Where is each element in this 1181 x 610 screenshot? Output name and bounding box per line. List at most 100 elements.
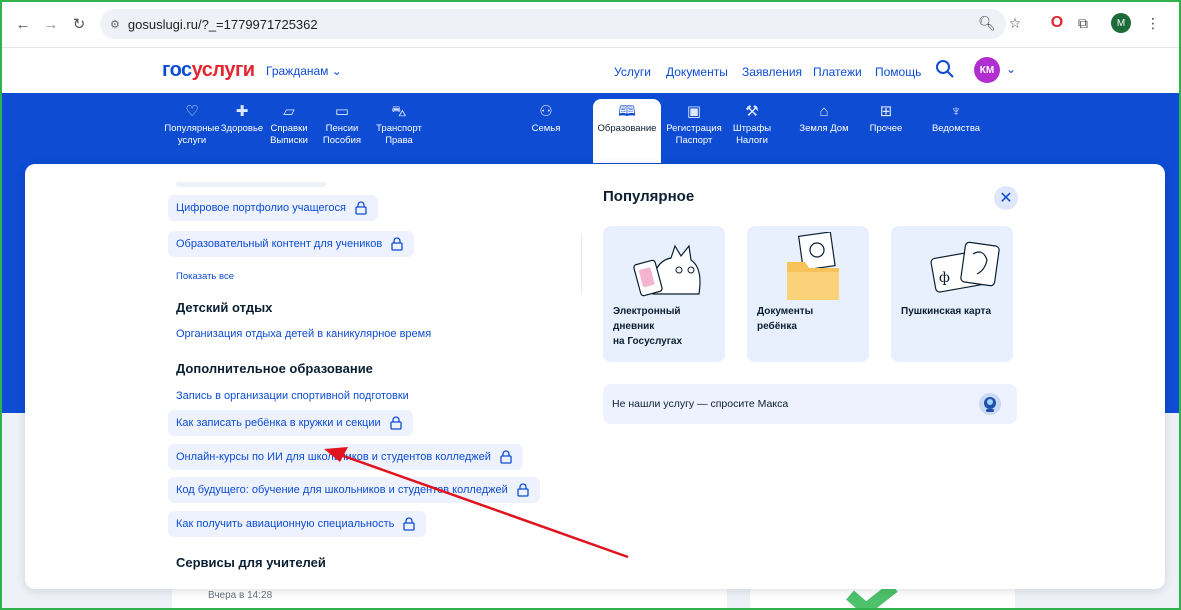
avatar[interactable]: КМ bbox=[974, 57, 1000, 83]
link-sports-training[interactable]: Запись в организации спортивной подготов… bbox=[176, 390, 409, 402]
category-land-house[interactable]: ⌂ Земля Дом bbox=[792, 101, 856, 135]
house-icon: ⌂ bbox=[819, 103, 829, 120]
caption-line: Электронный bbox=[613, 306, 681, 317]
section-title-teacher-services: Сервисы для учителей bbox=[176, 555, 326, 570]
nav-services[interactable]: Услуги bbox=[614, 65, 651, 79]
zoom-icon[interactable]: 🔍︎ bbox=[974, 10, 1000, 36]
link-children-holiday-rest[interactable]: Организация отдыха детей в каникулярное … bbox=[176, 328, 431, 340]
scroll-fade bbox=[176, 182, 326, 187]
emblem-icon: ♆ bbox=[950, 103, 962, 120]
link-ai-online-courses[interactable]: Онлайн-курсы по ИИ для школьников и студ… bbox=[168, 444, 523, 470]
chip-label: Как получить авиационную специальность bbox=[176, 518, 395, 530]
profile-initial: M bbox=[1111, 13, 1131, 33]
gosuslugi-logo[interactable]: госуслуги bbox=[162, 59, 255, 82]
popular-card-electronic-diary[interactable]: Электронный дневник на Госуслугах bbox=[603, 226, 725, 362]
ask-max-label: Не нашли услугу — спросите Макса bbox=[612, 398, 789, 410]
popular-card-caption: Документы ребёнка bbox=[757, 304, 867, 334]
site-header: госуслуги Гражданам ⌄ Услуги Документы З… bbox=[2, 48, 1179, 93]
category-label: Пособия bbox=[322, 135, 362, 146]
browser-menu-icon[interactable]: ⋮ bbox=[1140, 10, 1166, 36]
close-button[interactable]: ✕ bbox=[994, 186, 1018, 210]
category-fines[interactable]: ⚒ Штрафы Налоги bbox=[720, 101, 784, 147]
chip-label: Онлайн-курсы по ИИ для школьников и студ… bbox=[176, 451, 491, 463]
reload-icon[interactable]: ↻ bbox=[66, 11, 92, 37]
category-family[interactable]: ⚇ Семья bbox=[514, 101, 578, 135]
profile-icon[interactable]: M bbox=[1108, 10, 1134, 36]
section-title-extra-education: Дополнительное образование bbox=[176, 361, 373, 376]
category-label: Регистрация bbox=[666, 123, 722, 134]
book-icon: 🕮 bbox=[618, 103, 636, 120]
category-transport[interactable]: ⛍ Транспорт Права bbox=[367, 101, 431, 147]
svg-text:ф: ф bbox=[939, 270, 950, 286]
account-lock-icon bbox=[355, 201, 367, 215]
chip-label: Код будущего: обучение для школьников и … bbox=[176, 484, 508, 496]
ask-max-assistant[interactable]: Не нашли услугу — спросите Макса bbox=[603, 384, 1017, 424]
audience-selector[interactable]: Гражданам ⌄ bbox=[266, 64, 342, 78]
checkmark-icon bbox=[846, 587, 898, 608]
link-code-of-future[interactable]: Код будущего: обучение для школьников и … bbox=[168, 477, 540, 503]
category-registration[interactable]: ▣ Регистрация Паспорт bbox=[662, 101, 726, 147]
pushkin-card-illustration: ф bbox=[930, 241, 1000, 293]
link-aviation-specialty[interactable]: Как получить авиационную специальность bbox=[168, 511, 427, 537]
bookmark-star-icon[interactable]: ☆ bbox=[1002, 10, 1028, 36]
address-bar[interactable]: ⚙ gosuslugi.ru/?_=1779971725362 bbox=[100, 9, 1006, 39]
popular-card-child-documents[interactable]: Документы ребёнка bbox=[747, 226, 869, 362]
account-lock-icon bbox=[403, 517, 415, 531]
logo-part-uslugi: услуги bbox=[191, 59, 255, 81]
category-label: Семья bbox=[531, 123, 561, 134]
browser-toolbar: ← → ↻ ⚙ gosuslugi.ru/?_=1779971725362 🔍︎… bbox=[2, 2, 1179, 48]
category-other[interactable]: ⊞ Прочее bbox=[854, 101, 918, 135]
opera-extension-icon[interactable]: O bbox=[1044, 10, 1070, 36]
site-settings-icon[interactable]: ⚙ bbox=[110, 18, 120, 31]
grid-icon: ⊞ bbox=[879, 103, 893, 120]
popular-card-caption: Пушкинская карта bbox=[901, 304, 1011, 319]
caption-line: Документы bbox=[757, 306, 814, 317]
account-lock-icon bbox=[500, 450, 512, 464]
nav-help[interactable]: Помощь bbox=[875, 65, 921, 79]
back-icon[interactable]: ← bbox=[10, 11, 36, 37]
wallet-icon: ▭ bbox=[334, 103, 350, 120]
chevron-down-icon: ⌄ bbox=[331, 64, 342, 78]
extensions-icon[interactable]: ⧉ bbox=[1070, 10, 1096, 36]
logo-part-gos: гос bbox=[162, 59, 192, 81]
chevron-down-icon[interactable]: ⌄ bbox=[1006, 62, 1016, 76]
nav-documents[interactable]: Документы bbox=[666, 65, 728, 79]
chip-label: Цифровое портфолио учащегося bbox=[176, 202, 346, 214]
nav-applications[interactable]: Заявления bbox=[742, 65, 802, 79]
account-lock-icon bbox=[517, 483, 529, 497]
category-label: Штрафы bbox=[732, 123, 772, 134]
nav-payments[interactable]: Платежи bbox=[813, 65, 862, 79]
category-education[interactable]: 🕮 Образование bbox=[593, 99, 661, 163]
chip-label: Как записать ребёнка в кружки и секции bbox=[176, 417, 381, 429]
category-agencies[interactable]: ♆ Ведомства bbox=[924, 101, 988, 135]
link-educational-content[interactable]: Образовательный контент для учеников bbox=[168, 231, 415, 257]
robot-assistant-icon bbox=[979, 393, 1001, 415]
gavel-icon: ⚒ bbox=[745, 103, 759, 120]
search-icon[interactable] bbox=[935, 59, 955, 79]
feed-timestamp: Вчера в 14:28 bbox=[208, 590, 273, 601]
caption-line: на Госуслугах bbox=[613, 336, 683, 347]
education-dropdown-panel: Цифровое портфолио учащегося Образовател… bbox=[25, 164, 1165, 589]
popular-title: Популярное bbox=[603, 188, 695, 205]
caption-line: ребёнка bbox=[757, 321, 797, 332]
category-pensions[interactable]: ▭ Пенсии Пособия bbox=[310, 101, 374, 147]
category-label: Права bbox=[385, 135, 413, 146]
category-label: Прочее bbox=[869, 123, 903, 134]
browser-window: ← → ↻ ⚙ gosuslugi.ru/?_=1779971725362 🔍︎… bbox=[0, 0, 1181, 610]
forward-icon[interactable]: → bbox=[38, 11, 64, 37]
link-digital-portfolio[interactable]: Цифровое портфолио учащегося bbox=[168, 195, 378, 221]
section-title-children-rest: Детский отдых bbox=[176, 300, 273, 315]
account-lock-icon bbox=[389, 416, 402, 430]
category-label: Ведомства bbox=[931, 123, 981, 134]
category-label: Земля Дом bbox=[799, 123, 849, 134]
column-divider bbox=[581, 234, 582, 294]
category-label: Выписки bbox=[270, 135, 308, 146]
link-clubs-sections[interactable]: Как записать ребёнка в кружки и секции bbox=[168, 410, 413, 436]
popular-card-pushkin-card[interactable]: ф Пушкинская карта bbox=[891, 226, 1013, 362]
account-lock-icon bbox=[391, 237, 403, 251]
show-all-link[interactable]: Показать все bbox=[176, 271, 234, 282]
passport-icon: ▣ bbox=[686, 103, 702, 120]
caption-line: дневник bbox=[613, 321, 655, 332]
category-label: Паспорт bbox=[675, 135, 713, 146]
category-label: Справки bbox=[270, 123, 308, 134]
